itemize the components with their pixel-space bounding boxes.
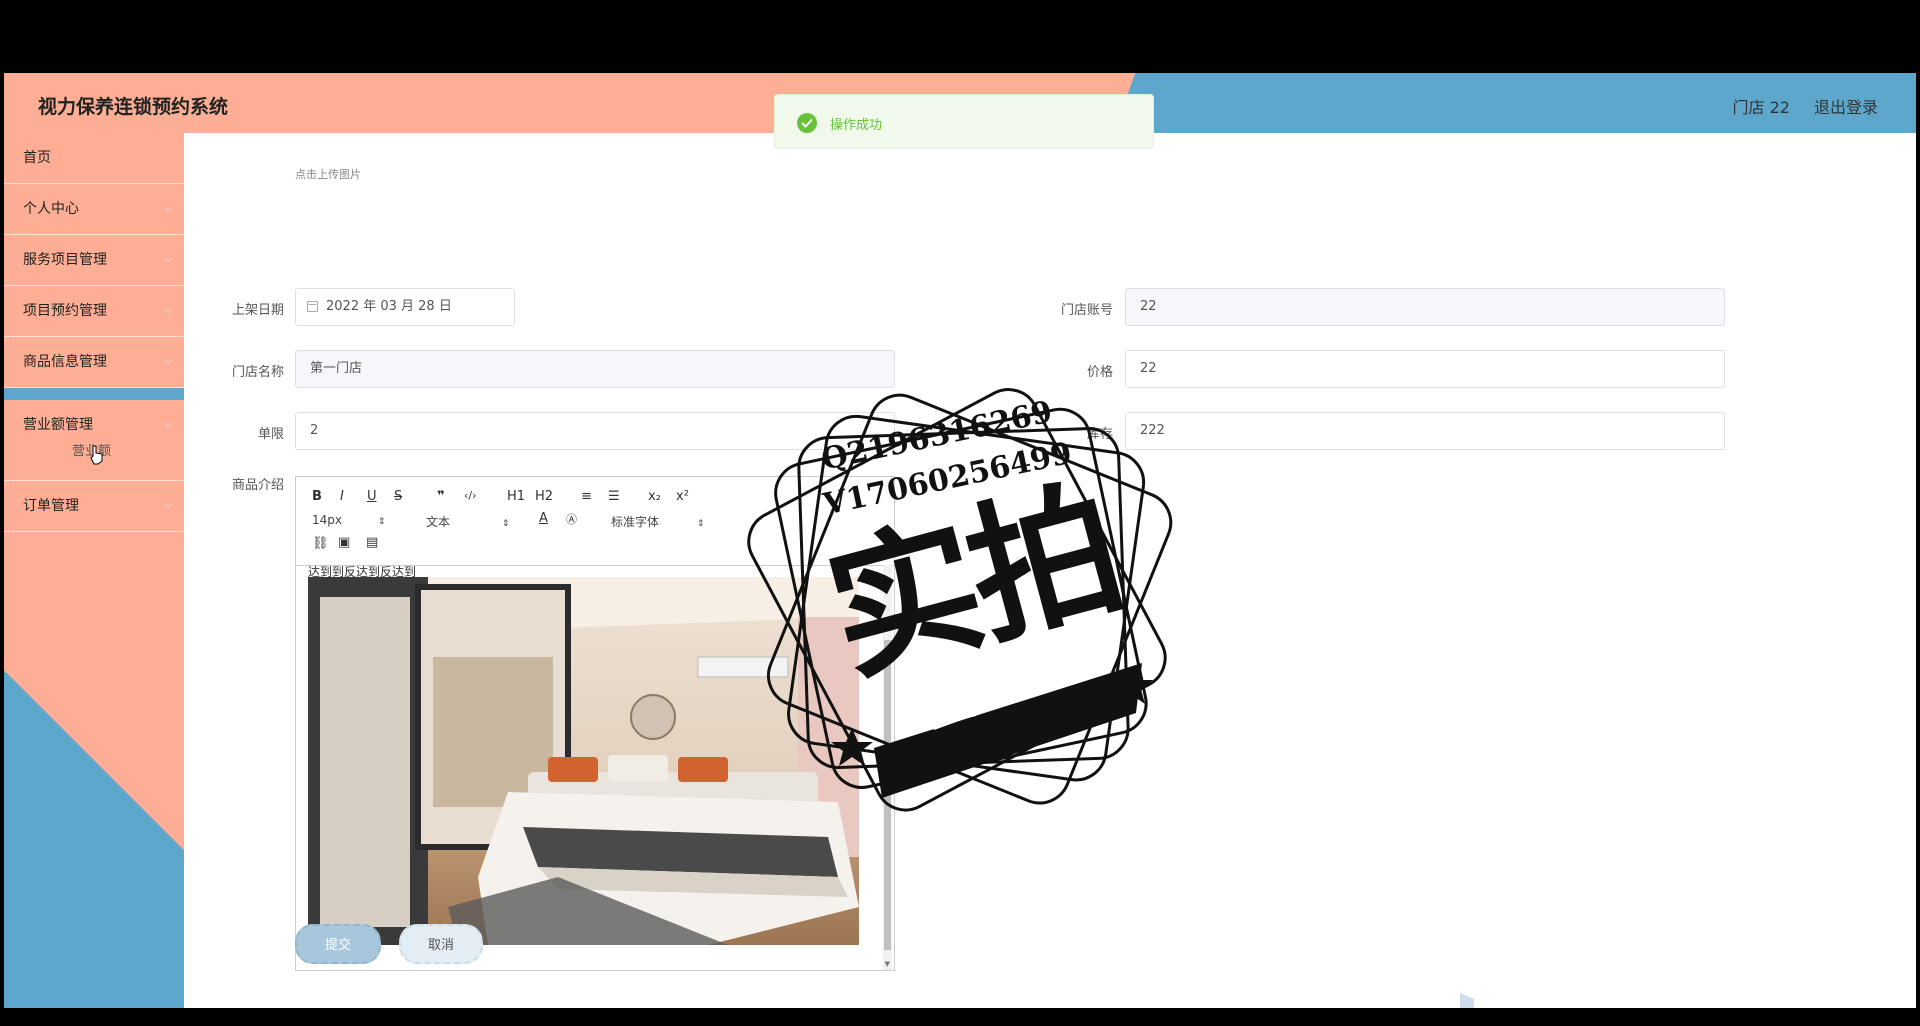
sidebar-item-personal-center[interactable]: 个人中心 ⌵ bbox=[4, 184, 184, 235]
price-field[interactable]: 22 bbox=[1125, 350, 1725, 388]
image-icon[interactable]: ▣ bbox=[338, 535, 350, 550]
strike-button[interactable]: S bbox=[394, 489, 402, 504]
menu-divider bbox=[4, 388, 184, 400]
sidebar-item-home[interactable]: 首页 bbox=[4, 133, 184, 184]
chevron-down-icon: ⌵ bbox=[164, 203, 172, 214]
h1-button[interactable]: H1 bbox=[507, 489, 525, 504]
sidebar-item-label: 个人中心 bbox=[23, 201, 79, 217]
sidebar-item-label: 订单管理 bbox=[23, 498, 79, 514]
success-toast: 操作成功 bbox=[774, 94, 1154, 149]
sidebar: 首页 个人中心 ⌵ 服务项目管理 ⌵ 项目预约管理 ⌵ 商品信息管理 ⌵ 营业额… bbox=[4, 133, 184, 1008]
ordered-list-button[interactable]: ≡ bbox=[581, 489, 592, 504]
select-arrows-icon: ⇕ bbox=[501, 519, 510, 529]
success-check-icon bbox=[797, 113, 817, 133]
sidebar-item-label: 首页 bbox=[23, 150, 51, 166]
sidebar-item-product-management[interactable]: 商品信息管理 ⌵ bbox=[4, 337, 184, 388]
current-user: 门店 22 bbox=[1732, 98, 1790, 117]
chevron-down-icon: ⌵ bbox=[164, 254, 172, 265]
chevron-down-icon: ⌵ bbox=[164, 419, 172, 430]
chevron-down-icon: ⌵ bbox=[164, 356, 172, 367]
date-picker[interactable]: 2022 年 03 月 28 日 bbox=[295, 288, 515, 326]
sidebar-item-service-management[interactable]: 服务项目管理 ⌵ bbox=[4, 235, 184, 286]
font-family-value: 标准字体 bbox=[611, 515, 660, 529]
code-block-button[interactable]: ‹/› bbox=[464, 489, 477, 502]
submit-button[interactable]: 提交 bbox=[295, 924, 381, 964]
stock-field[interactable]: 222 bbox=[1125, 412, 1725, 450]
store-account-value: 22 bbox=[1140, 299, 1157, 314]
h2-button[interactable]: H2 bbox=[535, 489, 553, 504]
limit-value: 2 bbox=[310, 423, 319, 438]
limit-label: 单限 bbox=[257, 427, 284, 442]
header-actions: 门店 22 退出登录 bbox=[1733, 94, 1878, 118]
chevron-down-icon: ⌵ bbox=[164, 305, 172, 316]
cancel-button[interactable]: 取消 bbox=[399, 924, 483, 964]
underline-button[interactable]: U bbox=[367, 489, 377, 504]
date-label: 上架日期 bbox=[231, 303, 284, 318]
select-arrows-icon: ⇕ bbox=[377, 517, 386, 527]
sidebar-item-label: 营业额管理 bbox=[23, 417, 93, 433]
italic-button[interactable]: I bbox=[340, 489, 344, 504]
store-name-label: 门店名称 bbox=[231, 365, 284, 380]
app-window: 视力保养连锁预约系统 门店 22 退出登录 首页 个人中心 ⌵ 服务项目管理 ⌵… bbox=[4, 73, 1916, 1008]
store-account-field[interactable]: 22 bbox=[1125, 288, 1725, 326]
system-title: 视力保养连锁预约系统 bbox=[38, 96, 229, 118]
store-name-value: 第一门店 bbox=[310, 361, 363, 376]
superscript-button[interactable]: x² bbox=[676, 489, 689, 504]
subscript-button[interactable]: x₂ bbox=[648, 489, 661, 504]
select-arrows-icon: ⇕ bbox=[696, 519, 705, 529]
sidebar-item-order-management[interactable]: 订单管理 ⌵ bbox=[4, 481, 184, 532]
background-color-icon[interactable]: Ⓐ bbox=[566, 511, 577, 527]
watermark-stamp: Q2196316269 V17060256499 实拍 全微程序 bbox=[724, 368, 1204, 858]
mouse-pointer-icon bbox=[90, 445, 103, 465]
upload-image-hint[interactable]: 点击上传图片 bbox=[295, 166, 361, 182]
link-icon[interactable]: ⛓ bbox=[312, 536, 329, 551]
font-family-select[interactable]: 标准字体 ⇕ bbox=[611, 513, 704, 530]
sidebar-item-revenue-management[interactable]: 营业额管理 ⌵ 营业额 bbox=[4, 400, 184, 481]
paragraph-value: 文本 bbox=[426, 515, 451, 529]
bold-button[interactable]: B bbox=[312, 489, 322, 504]
calendar-icon bbox=[307, 301, 318, 312]
date-value: 2022 年 03 月 28 日 bbox=[326, 299, 452, 314]
scroll-down-icon[interactable]: ▼ bbox=[885, 960, 890, 968]
blockquote-button[interactable]: ❞ bbox=[437, 489, 445, 504]
paragraph-select[interactable]: 文本 ⇕ bbox=[426, 513, 509, 530]
sidebar-item-booking-management[interactable]: 项目预约管理 ⌵ bbox=[4, 286, 184, 337]
chevron-down-icon: ⌵ bbox=[164, 500, 172, 511]
store-account-label: 门店账号 bbox=[1060, 303, 1113, 318]
logout-link[interactable]: 退出登录 bbox=[1814, 94, 1878, 118]
font-size-value: 14px bbox=[312, 513, 342, 527]
brand-logo-icon bbox=[1460, 993, 1474, 1008]
sidebar-item-label: 项目预约管理 bbox=[23, 303, 107, 319]
toast-message: 操作成功 bbox=[830, 118, 883, 133]
bullet-list-button[interactable]: ☰ bbox=[608, 489, 620, 504]
font-color-icon[interactable]: A bbox=[539, 511, 548, 526]
video-icon[interactable]: ▤ bbox=[366, 535, 378, 550]
sidebar-item-label: 服务项目管理 bbox=[23, 252, 107, 268]
font-size-select[interactable]: 14px ⇕ bbox=[312, 513, 385, 527]
sidebar-item-label: 商品信息管理 bbox=[23, 354, 107, 370]
intro-label: 商品介绍 bbox=[231, 478, 284, 493]
